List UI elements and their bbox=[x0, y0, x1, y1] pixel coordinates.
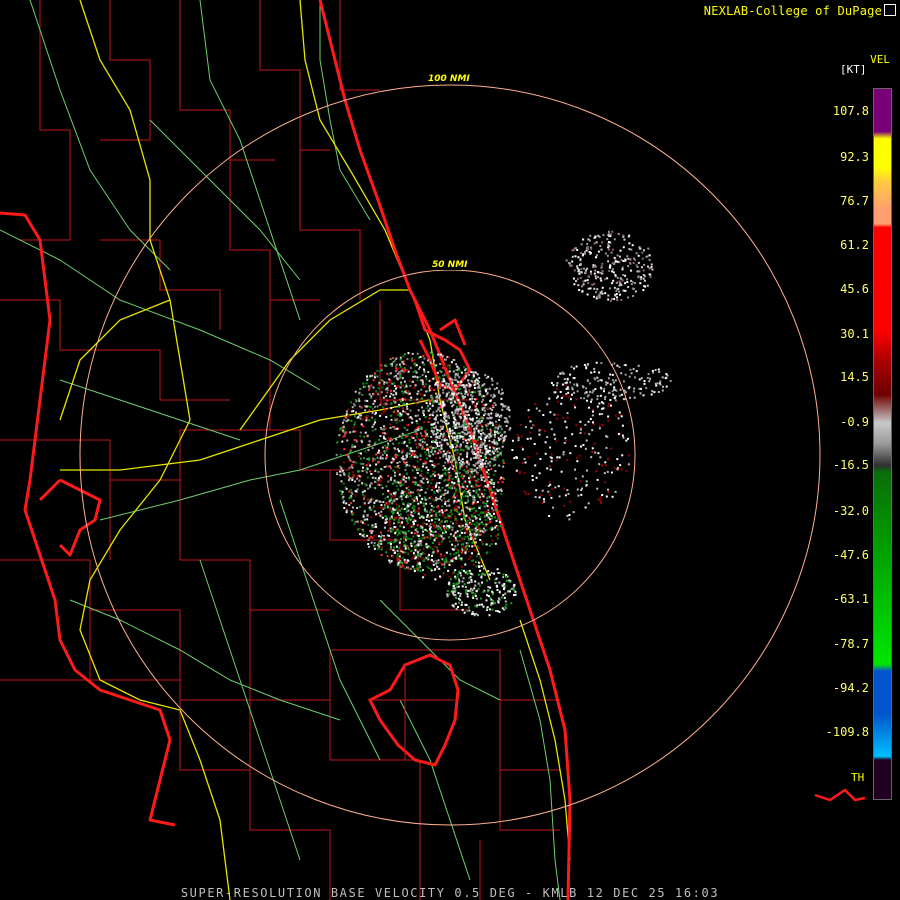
legend-tick-label: 107.8 bbox=[832, 104, 869, 118]
credit-label: NEXLAB-College of DuPage bbox=[704, 3, 896, 18]
legend-tick-label: 92.3 bbox=[840, 150, 869, 164]
coast-fragment bbox=[814, 788, 866, 802]
product-label: SUPER-RESOLUTION BASE VELOCITY 0.5 DEG -… bbox=[180, 886, 720, 900]
legend-tick-label: -78.7 bbox=[832, 637, 869, 651]
ring-label-100: 100 NMI bbox=[428, 74, 470, 84]
legend-tick-label: -94.2 bbox=[832, 681, 869, 695]
radar-echoes bbox=[335, 230, 672, 617]
legend-tick-label: -0.9 bbox=[840, 415, 869, 429]
legend-tick-label: -32.0 bbox=[832, 504, 869, 518]
lake-crosslines bbox=[370, 665, 455, 760]
legend-tick-label: 45.6 bbox=[840, 282, 869, 296]
legend-tick-label: 76.7 bbox=[840, 194, 869, 208]
coastlines bbox=[0, 0, 572, 900]
legend-tick-label: -16.5 bbox=[832, 458, 869, 472]
legend-tick-label: -63.1 bbox=[832, 592, 869, 606]
legend-tick-label: -47.6 bbox=[832, 548, 869, 562]
legend-product-label: VEL bbox=[870, 53, 890, 66]
ring-label-50: 50 NMI bbox=[432, 260, 468, 270]
range-ring-100 bbox=[79, 84, 821, 826]
legend-unit-label: [KT] bbox=[840, 63, 867, 76]
logo-icon bbox=[884, 4, 896, 16]
legend-th-label: TH bbox=[851, 771, 865, 784]
legend-tick-label: 14.5 bbox=[840, 370, 869, 384]
legend-tick-label: 61.2 bbox=[840, 238, 869, 252]
legend-tick-label: -109.8 bbox=[825, 725, 869, 739]
radar-map: 100 NMI 50 NMI bbox=[0, 0, 866, 900]
lake-outline bbox=[367, 653, 460, 767]
legend-tick-label: 30.1 bbox=[840, 327, 869, 341]
credit-text: NEXLAB-College of DuPage bbox=[703, 4, 882, 18]
velocity-color-scale bbox=[873, 88, 892, 800]
